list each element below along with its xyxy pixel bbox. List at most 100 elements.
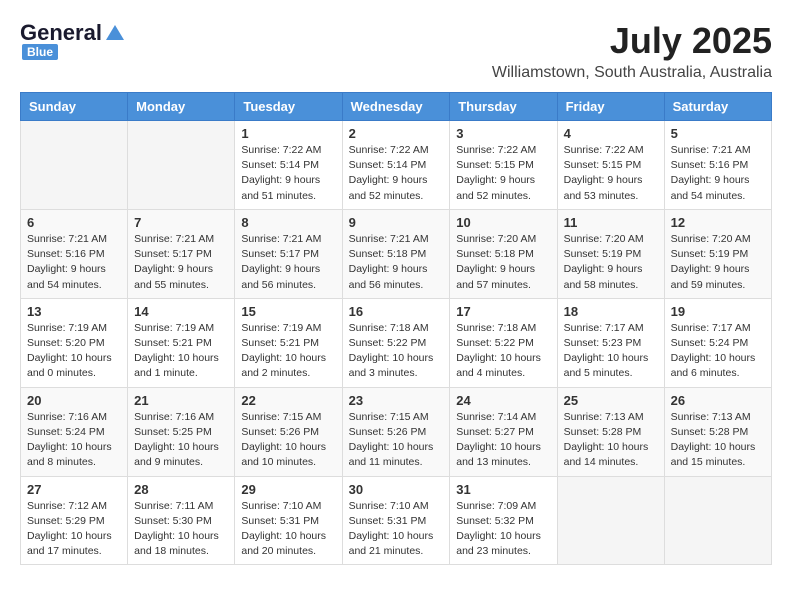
- weekday-tuesday: Tuesday: [235, 93, 342, 121]
- day-cell: 17 Sunrise: 7:18 AM Sunset: 5:22 PM Dayli…: [450, 298, 557, 387]
- day-number: 16: [349, 304, 444, 319]
- day-cell: 6Sunrise: 7:21 AM Sunset: 5:16 PM Daylig…: [21, 209, 128, 298]
- day-number: 25: [564, 393, 658, 408]
- day-cell: [21, 121, 128, 210]
- day-number: 10: [456, 215, 550, 230]
- day-number: 1: [241, 126, 335, 141]
- week-row-5: 27 Sunrise: 7:12 AM Sunset: 5:29 PM Dayli…: [21, 476, 772, 565]
- day-cell: 25 Sunrise: 7:13 AM Sunset: 5:28 PM Dayli…: [557, 387, 664, 476]
- day-number: 11: [564, 215, 658, 230]
- day-cell: 7Sunrise: 7:21 AM Sunset: 5:17 PM Daylig…: [128, 209, 235, 298]
- day-cell: 5Sunrise: 7:21 AM Sunset: 5:16 PM Daylig…: [664, 121, 771, 210]
- day-number: 27: [27, 482, 121, 497]
- day-info: Sunrise: 7:17 AM Sunset: 5:24 PM Dayligh…: [671, 321, 765, 382]
- day-info: Sunrise: 7:09 AM Sunset: 5:32 PM Dayligh…: [456, 499, 550, 560]
- weekday-sunday: Sunday: [21, 93, 128, 121]
- logo-general: General: [20, 20, 102, 46]
- day-cell: 9Sunrise: 7:21 AM Sunset: 5:18 PM Daylig…: [342, 209, 450, 298]
- day-info: Sunrise: 7:22 AM Sunset: 5:15 PM Dayligh…: [456, 143, 550, 204]
- day-info: Sunrise: 7:21 AM Sunset: 5:18 PM Dayligh…: [349, 232, 444, 293]
- day-number: 20: [27, 393, 121, 408]
- day-cell: 18Sunrise: 7:17 AM Sunset: 5:23 PM Dayli…: [557, 298, 664, 387]
- day-cell: 29Sunrise: 7:10 AM Sunset: 5:31 PM Dayli…: [235, 476, 342, 565]
- day-number: 26: [671, 393, 765, 408]
- day-cell: 10 Sunrise: 7:20 AM Sunset: 5:18 PM Dayli…: [450, 209, 557, 298]
- day-cell: [664, 476, 771, 565]
- day-cell: 21 Sunrise: 7:16 AM Sunset: 5:25 PM Dayli…: [128, 387, 235, 476]
- day-cell: 3 Sunrise: 7:22 AM Sunset: 5:15 PM Daylig…: [450, 121, 557, 210]
- week-row-3: 13Sunrise: 7:19 AM Sunset: 5:20 PM Dayli…: [21, 298, 772, 387]
- day-cell: 15 Sunrise: 7:19 AM Sunset: 5:21 PM Dayli…: [235, 298, 342, 387]
- day-cell: 28 Sunrise: 7:11 AM Sunset: 5:30 PM Dayli…: [128, 476, 235, 565]
- day-info: Sunrise: 7:22 AM Sunset: 5:15 PM Dayligh…: [564, 143, 658, 204]
- day-info: Sunrise: 7:13 AM Sunset: 5:28 PM Dayligh…: [671, 410, 765, 471]
- day-cell: 14Sunrise: 7:19 AM Sunset: 5:21 PM Dayli…: [128, 298, 235, 387]
- location-title: Williamstown, South Australia, Australia: [492, 64, 772, 82]
- month-title: July 2025: [492, 20, 772, 62]
- page-header: General Blue July 2025 Williamstown, Sou…: [20, 20, 772, 82]
- day-number: 3: [456, 126, 550, 141]
- week-row-2: 6Sunrise: 7:21 AM Sunset: 5:16 PM Daylig…: [21, 209, 772, 298]
- day-info: Sunrise: 7:20 AM Sunset: 5:18 PM Dayligh…: [456, 232, 550, 293]
- day-info: Sunrise: 7:12 AM Sunset: 5:29 PM Dayligh…: [27, 499, 121, 560]
- day-info: Sunrise: 7:13 AM Sunset: 5:28 PM Dayligh…: [564, 410, 658, 471]
- day-info: Sunrise: 7:15 AM Sunset: 5:26 PM Dayligh…: [349, 410, 444, 471]
- day-number: 12: [671, 215, 765, 230]
- day-info: Sunrise: 7:20 AM Sunset: 5:19 PM Dayligh…: [671, 232, 765, 293]
- week-row-4: 20 Sunrise: 7:16 AM Sunset: 5:24 PM Dayli…: [21, 387, 772, 476]
- day-info: Sunrise: 7:20 AM Sunset: 5:19 PM Dayligh…: [564, 232, 658, 293]
- weekday-friday: Friday: [557, 93, 664, 121]
- day-cell: 24Sunrise: 7:14 AM Sunset: 5:27 PM Dayli…: [450, 387, 557, 476]
- day-cell: 23 Sunrise: 7:15 AM Sunset: 5:26 PM Dayli…: [342, 387, 450, 476]
- day-number: 17: [456, 304, 550, 319]
- day-cell: 20 Sunrise: 7:16 AM Sunset: 5:24 PM Dayli…: [21, 387, 128, 476]
- day-info: Sunrise: 7:11 AM Sunset: 5:30 PM Dayligh…: [134, 499, 228, 560]
- weekday-monday: Monday: [128, 93, 235, 121]
- day-cell: 22Sunrise: 7:15 AM Sunset: 5:26 PM Dayli…: [235, 387, 342, 476]
- day-cell: 8 Sunrise: 7:21 AM Sunset: 5:17 PM Daylig…: [235, 209, 342, 298]
- day-number: 23: [349, 393, 444, 408]
- logo-blue-badge: Blue: [22, 44, 58, 60]
- day-info: Sunrise: 7:16 AM Sunset: 5:24 PM Dayligh…: [27, 410, 121, 471]
- day-number: 14: [134, 304, 228, 319]
- day-info: Sunrise: 7:10 AM Sunset: 5:31 PM Dayligh…: [349, 499, 444, 560]
- day-info: Sunrise: 7:21 AM Sunset: 5:16 PM Dayligh…: [671, 143, 765, 204]
- day-cell: 1Sunrise: 7:22 AM Sunset: 5:14 PM Daylig…: [235, 121, 342, 210]
- title-block: July 2025 Williamstown, South Australia,…: [492, 20, 772, 82]
- day-cell: 12 Sunrise: 7:20 AM Sunset: 5:19 PM Dayli…: [664, 209, 771, 298]
- day-cell: [128, 121, 235, 210]
- day-number: 7: [134, 215, 228, 230]
- week-row-1: 1 Sunrise: 7:22 AM Sunset: 5:14 PM Daylig…: [21, 121, 772, 210]
- day-info: Sunrise: 7:18 AM Sunset: 5:22 PM Dayligh…: [456, 321, 550, 382]
- day-cell: 26 Sunrise: 7:13 AM Sunset: 5:28 PM Dayli…: [664, 387, 771, 476]
- day-info: Sunrise: 7:14 AM Sunset: 5:27 PM Dayligh…: [456, 410, 550, 471]
- day-number: 15: [241, 304, 335, 319]
- day-info: Sunrise: 7:19 AM Sunset: 5:20 PM Dayligh…: [27, 321, 121, 382]
- day-cell: 19 Sunrise: 7:17 AM Sunset: 5:24 PM Dayli…: [664, 298, 771, 387]
- weekday-thursday: Thursday: [450, 93, 557, 121]
- day-cell: 11 Sunrise: 7:20 AM Sunset: 5:19 PM Dayli…: [557, 209, 664, 298]
- day-info: Sunrise: 7:19 AM Sunset: 5:21 PM Dayligh…: [241, 321, 335, 382]
- day-number: 8: [241, 215, 335, 230]
- day-number: 19: [671, 304, 765, 319]
- day-info: Sunrise: 7:16 AM Sunset: 5:25 PM Dayligh…: [134, 410, 228, 471]
- logo-icon: [104, 22, 126, 44]
- day-info: Sunrise: 7:21 AM Sunset: 5:16 PM Dayligh…: [27, 232, 121, 293]
- day-number: 28: [134, 482, 228, 497]
- day-number: 29: [241, 482, 335, 497]
- day-number: 4: [564, 126, 658, 141]
- day-cell: 31Sunrise: 7:09 AM Sunset: 5:32 PM Dayli…: [450, 476, 557, 565]
- day-info: Sunrise: 7:22 AM Sunset: 5:14 PM Dayligh…: [349, 143, 444, 204]
- weekday-header-row: SundayMondayTuesdayWednesdayThursdayFrid…: [21, 93, 772, 121]
- day-number: 30: [349, 482, 444, 497]
- day-cell: 16Sunrise: 7:18 AM Sunset: 5:22 PM Dayli…: [342, 298, 450, 387]
- day-cell: 30 Sunrise: 7:10 AM Sunset: 5:31 PM Dayli…: [342, 476, 450, 565]
- day-number: 2: [349, 126, 444, 141]
- calendar-table: SundayMondayTuesdayWednesdayThursdayFrid…: [20, 92, 772, 565]
- day-number: 18: [564, 304, 658, 319]
- weekday-wednesday: Wednesday: [342, 93, 450, 121]
- day-info: Sunrise: 7:21 AM Sunset: 5:17 PM Dayligh…: [241, 232, 335, 293]
- weekday-saturday: Saturday: [664, 93, 771, 121]
- day-number: 21: [134, 393, 228, 408]
- day-cell: 27 Sunrise: 7:12 AM Sunset: 5:29 PM Dayli…: [21, 476, 128, 565]
